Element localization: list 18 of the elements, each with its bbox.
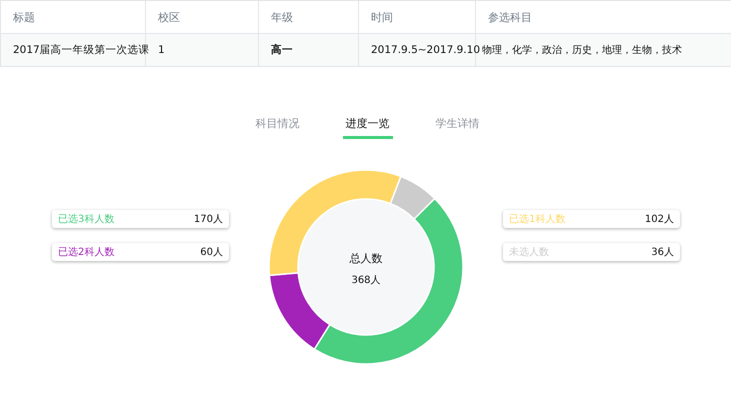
legend-count: 102人 — [644, 213, 674, 226]
column-header: 参选科目 — [476, 0, 731, 34]
tab[interactable]: 进度一览 — [342, 114, 392, 139]
legend-count: 170人 — [194, 213, 223, 226]
legend-label: 已选3科人数 — [58, 212, 114, 226]
tab[interactable]: 科目情况 — [252, 114, 302, 139]
column-header: 年级 — [258, 0, 358, 34]
legend-count: 60人 — [200, 246, 223, 259]
column-header: 标题 — [0, 0, 146, 34]
column-header: 校区 — [146, 0, 258, 34]
table-cell: 高一 — [258, 34, 358, 66]
legend-label: 已选2科人数 — [58, 246, 114, 259]
chart-center-title: 总人数 — [350, 251, 382, 266]
column-header: 时间 — [358, 0, 476, 34]
tab[interactable]: 学生详情 — [432, 114, 482, 139]
legend-count: 36人 — [651, 246, 674, 259]
legend-label: 已选1科人数 — [509, 212, 566, 226]
chart-center-total: 368人 — [351, 274, 381, 287]
